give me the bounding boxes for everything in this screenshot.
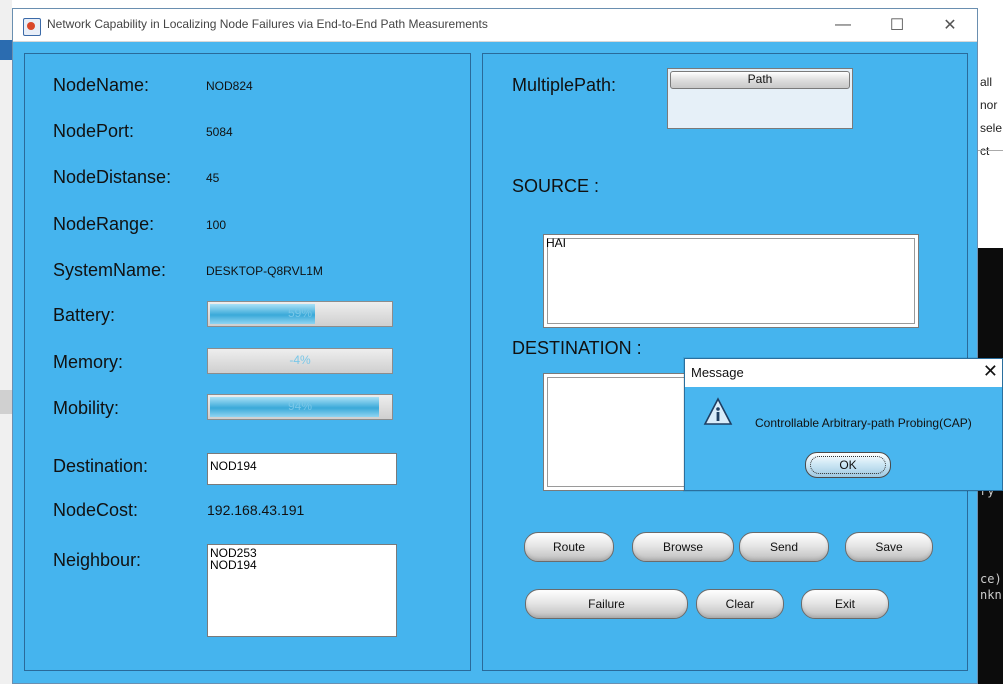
dialog-message: Controllable Arbitrary-path Probing(CAP) xyxy=(755,416,972,430)
send-button[interactable]: Send xyxy=(739,532,829,562)
node-port-value: 5084 xyxy=(206,125,233,139)
node-port-label: NodePort: xyxy=(53,121,135,141)
battery-label: Battery: xyxy=(53,305,116,325)
mobility-progress-text: 94% xyxy=(287,399,313,413)
exit-button[interactable]: Exit xyxy=(801,589,889,619)
background-blue-block xyxy=(0,40,12,60)
message-dialog: Message ✕ Controllable Arbitrary-path Pr… xyxy=(684,358,1003,491)
dialog-close-button[interactable]: ✕ xyxy=(983,361,998,382)
minimize-button[interactable]: — xyxy=(820,13,866,37)
save-button[interactable]: Save xyxy=(845,532,933,562)
minimize-icon: — xyxy=(835,16,851,33)
java-app-icon xyxy=(23,18,41,36)
source-textarea-border xyxy=(547,238,915,324)
source-text: HAI xyxy=(546,236,567,250)
background-text: sele xyxy=(980,121,1003,135)
clear-button[interactable]: Clear xyxy=(696,589,784,619)
node-info-panel: NodeName: NOD824 NodePort: 5084 NodeDist… xyxy=(24,53,471,671)
title-bar: Network Capability in Localizing Node Fa… xyxy=(13,9,977,42)
main-window: Network Capability in Localizing Node Fa… xyxy=(12,8,978,684)
node-distance-label: NodeDistanse: xyxy=(53,167,172,187)
close-icon: ✕ xyxy=(943,17,957,34)
window-title: Network Capability in Localizing Node Fa… xyxy=(47,17,488,31)
ok-button[interactable]: OK xyxy=(805,452,891,478)
node-name-label: NodeName: xyxy=(53,75,150,95)
background-text: ct xyxy=(980,144,990,158)
destination-section-label: DESTINATION : xyxy=(512,338,642,358)
path-column-header[interactable]: Path xyxy=(670,71,850,89)
node-name-value: NOD824 xyxy=(206,79,253,93)
maximize-icon: ☐ xyxy=(889,17,905,34)
node-distance-value: 45 xyxy=(206,171,220,185)
close-button[interactable]: ✕ xyxy=(927,13,973,37)
background-text: nor xyxy=(980,98,998,112)
focus-ring xyxy=(810,456,886,474)
memory-progress-text: -4% xyxy=(289,353,311,367)
destination-label: Destination: xyxy=(53,456,149,476)
source-textarea[interactable]: HAI xyxy=(543,234,919,328)
dialog-title-bar: Message ✕ xyxy=(685,359,1002,387)
destination-input[interactable]: NOD194 xyxy=(207,453,397,485)
memory-label: Memory: xyxy=(53,352,124,372)
list-item[interactable]: NOD194 xyxy=(210,559,394,571)
background-console-text: nkn xyxy=(980,588,1002,602)
multiple-path-label: MultiplePath: xyxy=(512,75,617,95)
mobility-label: Mobility: xyxy=(53,398,120,418)
background-divider xyxy=(976,150,1003,151)
node-range-value: 100 xyxy=(206,218,227,232)
failure-button[interactable]: Failure xyxy=(525,589,688,619)
dialog-title: Message xyxy=(691,365,744,380)
browse-button[interactable]: Browse xyxy=(632,532,734,562)
background-left-strip xyxy=(0,0,12,684)
battery-progress-bar: 59% xyxy=(207,301,393,327)
background-console-text: ce) xyxy=(980,572,1002,586)
node-range-label: NodeRange: xyxy=(53,214,155,234)
neighbour-list[interactable]: NOD253 NOD194 xyxy=(207,544,397,637)
node-cost-label: NodeCost: xyxy=(53,500,139,520)
multiple-path-table[interactable]: Path xyxy=(667,68,853,129)
background-text: all xyxy=(980,75,993,89)
mobility-progress-bar: 94% xyxy=(207,394,393,420)
system-name-value: DESKTOP-Q8RVL1M xyxy=(206,264,323,278)
system-name-label: SystemName: xyxy=(53,260,167,280)
node-cost-value: 192.168.43.191 xyxy=(207,502,305,518)
maximize-button[interactable]: ☐ xyxy=(874,13,920,37)
info-icon xyxy=(703,397,733,425)
source-label: SOURCE : xyxy=(512,176,600,196)
battery-progress-text: 59% xyxy=(287,306,313,320)
neighbour-label: Neighbour: xyxy=(53,550,142,570)
background-gray-block xyxy=(0,390,12,414)
route-button[interactable]: Route xyxy=(524,532,614,562)
memory-progress-bar: -4% xyxy=(207,348,393,374)
